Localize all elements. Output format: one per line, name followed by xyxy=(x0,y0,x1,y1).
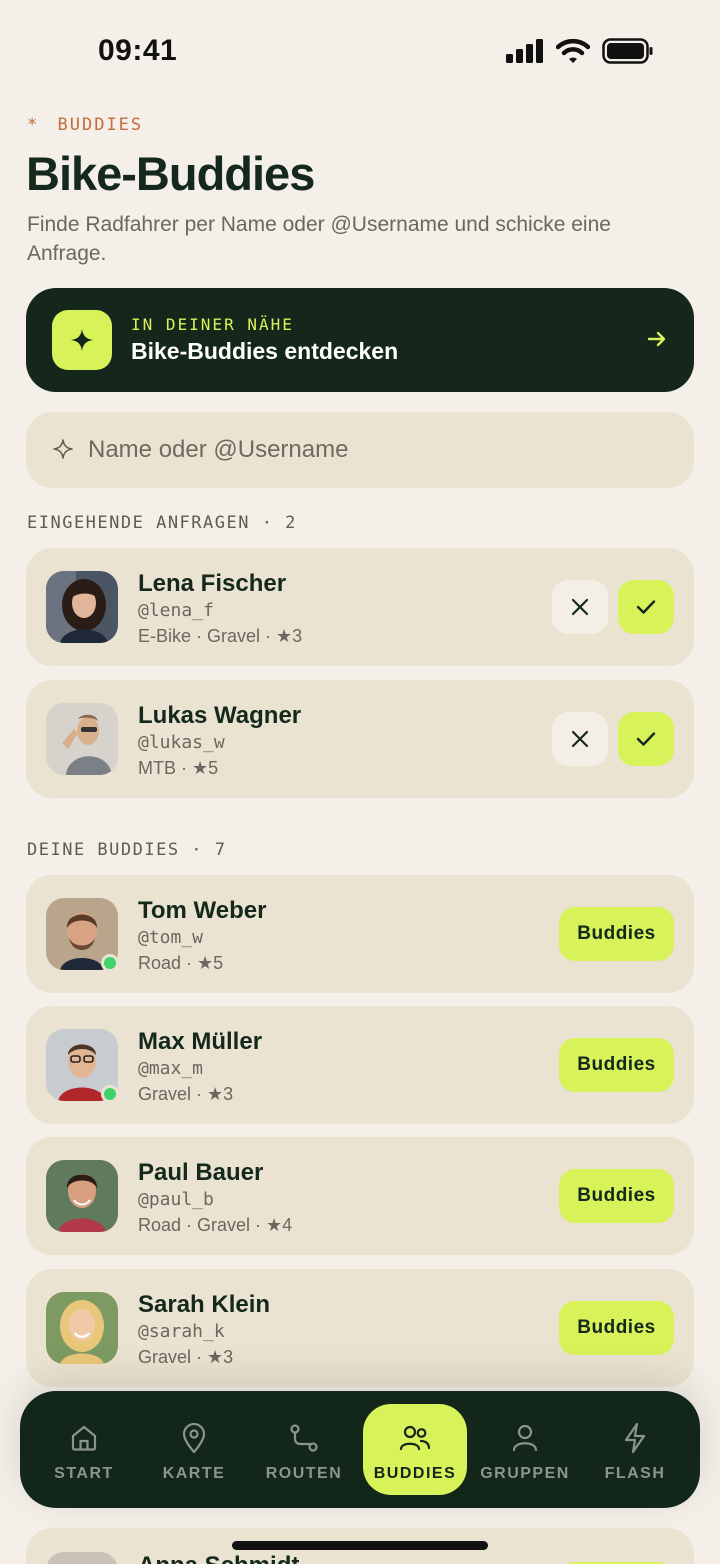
tab-label: BUDDIES xyxy=(373,1465,457,1482)
person-name: Lukas Wagner xyxy=(138,702,302,729)
tab-label: FLASH xyxy=(604,1465,666,1482)
person-meta: MTB · ★5 xyxy=(138,758,219,778)
person-handle: @max_m xyxy=(138,1058,204,1079)
home-indicator xyxy=(232,1541,488,1550)
user-icon xyxy=(512,1424,538,1452)
tab-gruppen[interactable]: GRUPPEN xyxy=(473,1404,577,1495)
decline-button[interactable] xyxy=(552,580,608,634)
sparkle-icon xyxy=(71,329,93,351)
home-icon xyxy=(71,1425,97,1451)
person-meta: Gravel · ★3 xyxy=(138,1084,234,1104)
avatar xyxy=(46,1160,118,1232)
status-icons xyxy=(506,38,654,64)
discover-eyebrow: IN DEINER NÄHE xyxy=(131,315,294,334)
decline-button[interactable] xyxy=(552,712,608,766)
buddies-status-button[interactable]: Buddies xyxy=(559,1169,674,1223)
online-status-indicator xyxy=(101,1085,119,1103)
buddies-section-label: DEINE BUDDIES · 7 xyxy=(27,840,227,860)
person-name: Anna Schmidt xyxy=(138,1552,299,1564)
buddies-status-button[interactable]: Buddies xyxy=(559,1301,674,1355)
arrow-right-icon xyxy=(647,331,666,347)
check-icon xyxy=(636,600,656,614)
person-name: Max Müller xyxy=(138,1028,263,1055)
wifi-icon xyxy=(556,38,590,63)
person-name: Paul Bauer xyxy=(138,1159,264,1186)
person-meta: Gravel · ★3 xyxy=(138,1347,234,1367)
page-subtitle: Finde Radfahrer per Name oder @Username … xyxy=(27,213,611,265)
accept-button[interactable] xyxy=(618,580,674,634)
tab-label: START xyxy=(54,1465,114,1482)
status-bar: 09:41 xyxy=(0,0,720,100)
buddies-status-button[interactable]: Buddies xyxy=(559,1038,674,1092)
person-name: Lena Fischer xyxy=(138,570,287,597)
close-icon xyxy=(571,598,589,616)
page-eyebrow: * BUDDIES xyxy=(27,115,143,135)
avatar xyxy=(46,1552,118,1564)
person-handle: @lena_f xyxy=(138,600,214,621)
tab-flash[interactable]: FLASH xyxy=(583,1404,687,1495)
map-pin-icon xyxy=(182,1422,206,1454)
status-time: 09:41 xyxy=(98,34,178,67)
search-box[interactable] xyxy=(26,412,694,488)
person-name: Sarah Klein xyxy=(138,1291,271,1318)
accept-button[interactable] xyxy=(618,712,674,766)
incoming-requests-label: EINGEHENDE ANFRAGEN · 2 xyxy=(27,513,297,533)
tab-routen[interactable]: ROUTEN xyxy=(252,1404,356,1495)
route-icon xyxy=(290,1424,318,1452)
battery-icon xyxy=(602,38,653,64)
person-handle: @tom_w xyxy=(138,927,204,948)
page-eyebrow-label: BUDDIES xyxy=(57,115,144,135)
person-name: Tom Weber xyxy=(138,897,267,924)
online-status-indicator xyxy=(101,954,119,972)
buddy-card-sarah[interactable]: Sarah Klein @sarah_k Gravel · ★3 Buddies xyxy=(26,1269,694,1387)
bottom-tab-bar: START KARTE ROUTEN BUDDIES GRUPPEN FLASH xyxy=(20,1391,700,1508)
discover-buddies-card[interactable]: IN DEINER NÄHE Bike-Buddies entdecken xyxy=(26,288,694,392)
request-card-lukas[interactable]: Lukas Wagner @lukas_w MTB · ★5 xyxy=(26,680,694,798)
person-handle: @sarah_k xyxy=(138,1321,225,1342)
buddies-status-button[interactable]: Buddies xyxy=(559,907,674,961)
request-card-lena[interactable]: Lena Fischer @lena_f E-Bike · Gravel · ★… xyxy=(26,548,694,666)
tab-karte[interactable]: KARTE xyxy=(142,1404,246,1495)
avatar xyxy=(46,1292,118,1364)
tab-label: ROUTEN xyxy=(265,1465,343,1482)
check-icon xyxy=(636,732,656,746)
tab-label: KARTE xyxy=(162,1465,226,1482)
page-title: Bike-Buddies xyxy=(26,147,315,200)
tab-label: GRUPPEN xyxy=(480,1465,570,1482)
tab-buddies[interactable]: BUDDIES xyxy=(363,1404,467,1495)
avatar xyxy=(46,703,118,775)
buddy-card-tom[interactable]: Tom Weber @tom_w Road · ★5 Buddies xyxy=(26,875,694,993)
signal-icon xyxy=(506,39,543,63)
person-meta: Road · ★5 xyxy=(138,953,224,973)
person-handle: @lukas_w xyxy=(138,732,225,753)
person-handle: @paul_b xyxy=(138,1189,214,1210)
buddy-card-paul[interactable]: Paul Bauer @paul_b Road · Gravel · ★4 Bu… xyxy=(26,1137,694,1255)
discover-title: Bike-Buddies entdecken xyxy=(131,338,399,364)
close-icon xyxy=(571,730,589,748)
tab-start[interactable]: START xyxy=(32,1404,136,1495)
avatar xyxy=(46,571,118,643)
discover-badge xyxy=(52,310,112,370)
person-meta: E-Bike · Gravel · ★3 xyxy=(138,626,303,646)
search-input[interactable] xyxy=(88,430,668,470)
buddy-card-max[interactable]: Max Müller @max_m Gravel · ★3 Buddies xyxy=(26,1006,694,1124)
buddies-icon xyxy=(399,1425,431,1451)
asterisk-icon: * xyxy=(27,115,40,135)
person-meta: Road · Gravel · ★4 xyxy=(138,1215,293,1235)
flash-icon xyxy=(624,1422,646,1454)
sparkle-search-icon xyxy=(53,439,73,459)
